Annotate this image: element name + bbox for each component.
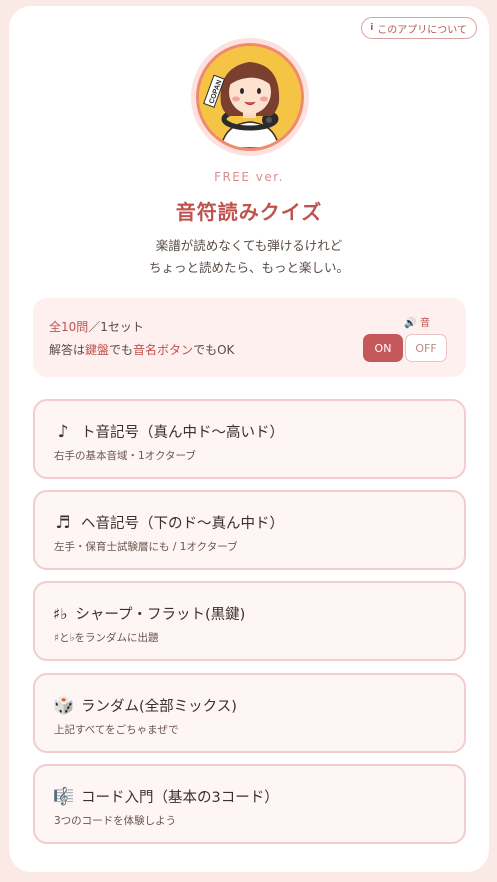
mode-description: 上記すべてをごちゃまぜで [54,724,179,736]
mode-title: ヘ音記号（下のド〜真ん中ド） [81,516,284,532]
mode-description: 右手の基本音域・1オクターブ [54,450,196,462]
mode-title: シャープ・フラット(黒鍵) [75,607,246,623]
sound-label-text: 音 [420,318,430,329]
about-app-label: このアプリについて [377,24,467,36]
girl-illustration-icon: COPAN [199,46,301,148]
name-button-text: 音名ボタン [133,343,194,357]
mode-chords[interactable]: 🎼 コード入門（基本の3コード） 3つのコードを体験しよう [33,764,466,844]
info-icon: i [370,23,374,33]
beamed-notes-icon: ♬ [55,512,71,533]
subtitle-line-2: ちょっと読めたら、もっと楽しい。 [148,260,349,275]
page-title: 音符読みクイズ [175,200,323,224]
answer-method-line: 解答は鍵盤でも音名ボタンでもOK [49,341,234,358]
mode-description: 左手・保育士試験層にも / 1オクターブ [54,541,238,553]
mode-description: ♯と♭をランダムに出題 [54,632,159,644]
mode-title: ランダム(全部ミックス) [81,699,237,715]
question-set: ／1セット [88,320,144,334]
mode-bass-clef[interactable]: ♬ ヘ音記号（下のド〜真ん中ド） 左手・保育士試験層にも / 1オクターブ [33,490,466,570]
sound-off-button[interactable]: OFF [405,334,447,362]
dice-icon: 🎲 [53,695,75,716]
answer-mid: でも [109,343,134,357]
answer-suffix: でもOK [193,343,235,357]
speaker-icon: 🔊 [404,318,417,329]
quiz-info-panel: 全10問／1セット 解答は鍵盤でも音名ボタンでもOK 🔊 音 ON OFF [33,298,466,377]
mode-sharp-flat[interactable]: ♯♭ シャープ・フラット(黒鍵) ♯と♭をランダムに出題 [33,581,466,661]
sound-label: 🔊 音 [404,314,430,329]
mode-random[interactable]: 🎲 ランダム(全部ミックス) 上記すべてをごちゃまぜで [33,673,466,753]
eighth-note-icon: ♪ [57,421,69,442]
keyboard-text: 鍵盤 [85,343,110,357]
mode-title: ト音記号（真ん中ド〜高いド） [81,425,284,441]
mode-description: 3つのコードを体験しよう [54,815,177,827]
answer-prefix: 解答は [49,343,86,357]
question-count-line: 全10問／1セット [49,318,144,335]
avatar: COPAN [196,43,304,151]
mode-title: コード入門（基本の3コード） [81,790,279,806]
version-label: FREE ver. [214,170,284,184]
avatar-ring: COPAN [191,38,309,156]
question-count: 全10問 [49,320,89,334]
main-card: i このアプリについて COPAN FREE ver. 音符読みクイズ 楽譜が読… [9,6,489,872]
sound-on-button[interactable]: ON [363,334,403,362]
musical-score-icon: 🎼 [53,786,75,807]
sharp-flat-icon: ♯♭ [53,604,68,623]
about-app-button[interactable]: i このアプリについて [361,17,477,39]
mode-treble-clef[interactable]: ♪ ト音記号（真ん中ド〜高いド） 右手の基本音域・1オクターブ [33,399,466,479]
subtitle-line-1: 楽譜が読めなくても弾けるけれど [155,238,343,253]
